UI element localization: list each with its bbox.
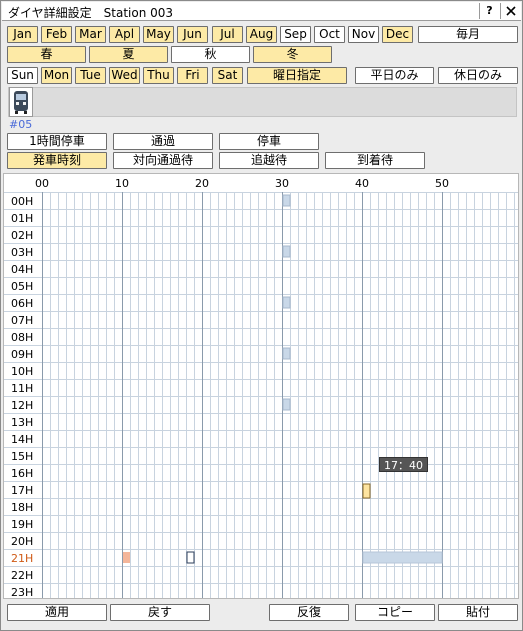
train-number-label: #05 bbox=[9, 118, 33, 131]
schedule-cell bbox=[282, 398, 291, 411]
day-toggle-sun[interactable]: Sun bbox=[7, 67, 38, 84]
season-toggle-4[interactable]: 冬 bbox=[253, 46, 332, 63]
month-toggle-aug[interactable]: Aug bbox=[246, 26, 277, 43]
day-toggle-fri[interactable]: Fri bbox=[177, 67, 208, 84]
pass-button[interactable]: 通過 bbox=[113, 133, 213, 150]
one-hour-stop-button[interactable]: 1時間停車 bbox=[7, 133, 107, 150]
minute-label: 50 bbox=[435, 177, 449, 190]
revert-button[interactable]: 戻す bbox=[110, 604, 210, 621]
month-toggle-dec[interactable]: Dec bbox=[382, 26, 413, 43]
month-toggle-sep[interactable]: Sep bbox=[280, 26, 311, 43]
minute-label: 20 bbox=[195, 177, 209, 190]
hour-label: 10H bbox=[11, 365, 33, 378]
schedule-cell bbox=[282, 245, 291, 258]
season-toggle-2[interactable]: 夏 bbox=[89, 46, 168, 63]
title-bar[interactable]: ダイヤ詳細設定 Station 003 ? bbox=[2, 2, 521, 21]
day-toggle-thu[interactable]: Thu bbox=[143, 67, 174, 84]
time-tooltip: 17：40 bbox=[379, 457, 428, 472]
hour-label: 00H bbox=[11, 195, 33, 208]
paste-button[interactable]: 貼付 bbox=[438, 604, 518, 621]
apply-button[interactable]: 適用 bbox=[7, 604, 107, 621]
schedule-settings-window: ダイヤ詳細設定 Station 003 ? 毎月 曜日指定 平日のみ 休日のみ … bbox=[0, 0, 523, 631]
holidays-only-button[interactable]: 休日のみ bbox=[438, 67, 518, 84]
hour-label: 11H bbox=[11, 382, 33, 395]
schedule-cell bbox=[123, 552, 130, 563]
every-month-button[interactable]: 毎月 bbox=[418, 26, 518, 43]
schedule-cell bbox=[362, 483, 371, 499]
stop-button[interactable]: 停車 bbox=[219, 133, 319, 150]
departure-time-button[interactable]: 発車時刻 bbox=[7, 152, 107, 169]
month-toggle-jul[interactable]: Jul bbox=[212, 26, 243, 43]
hour-label: 21H bbox=[11, 552, 33, 565]
day-toggle-mon[interactable]: Mon bbox=[41, 67, 72, 84]
season-toggle-3[interactable]: 秋 bbox=[171, 46, 250, 63]
minute-label: 10 bbox=[115, 177, 129, 190]
hour-label: 09H bbox=[11, 348, 33, 361]
day-specify-button[interactable]: 曜日指定 bbox=[247, 67, 347, 84]
hour-label: 05H bbox=[11, 280, 33, 293]
close-button[interactable] bbox=[500, 3, 520, 19]
hour-label: 13H bbox=[11, 416, 33, 429]
schedule-cell bbox=[282, 347, 291, 360]
schedule-cell bbox=[362, 551, 443, 564]
hour-label: 12H bbox=[11, 399, 33, 412]
month-toggle-jun[interactable]: Jun bbox=[177, 26, 208, 43]
copy-button[interactable]: コピー bbox=[355, 604, 435, 621]
overtake-wait-button[interactable]: 追越待 bbox=[219, 152, 319, 169]
hour-label: 16H bbox=[11, 467, 33, 480]
hour-label: 07H bbox=[11, 314, 33, 327]
hour-label: 19H bbox=[11, 518, 33, 531]
month-toggle-nov[interactable]: Nov bbox=[348, 26, 379, 43]
hour-label: 08H bbox=[11, 331, 33, 344]
timetable-grid[interactable]: 00 10 20 30 40 50 00H 01H 02H 03H 04H 05H 06H 07H 08H 0… bbox=[3, 173, 519, 599]
month-toggle-apl[interactable]: Apl bbox=[109, 26, 140, 43]
hour-label: 04H bbox=[11, 263, 33, 276]
hour-label: 01H bbox=[11, 212, 33, 225]
month-toggle-jan[interactable]: Jan bbox=[7, 26, 38, 43]
schedule-cell bbox=[186, 551, 195, 564]
season-toggle-1[interactable]: 春 bbox=[7, 46, 86, 63]
month-toggle-may[interactable]: May bbox=[143, 26, 174, 43]
minute-label: 40 bbox=[355, 177, 369, 190]
opposing-pass-wait-button[interactable]: 対向通過待 bbox=[113, 152, 213, 169]
month-toggle-feb[interactable]: Feb bbox=[41, 26, 72, 43]
repeat-button[interactable]: 反復 bbox=[269, 604, 349, 621]
hour-label: 20H bbox=[11, 535, 33, 548]
help-button[interactable]: ? bbox=[479, 3, 499, 19]
month-toggle-mar[interactable]: Mar bbox=[75, 26, 106, 43]
day-toggle-wed[interactable]: Wed bbox=[109, 67, 140, 84]
schedule-cell bbox=[282, 296, 291, 309]
hour-label: 22H bbox=[11, 569, 33, 582]
train-info-panel bbox=[8, 87, 517, 117]
hour-label: 18H bbox=[11, 501, 33, 514]
day-toggle-sat[interactable]: Sat bbox=[212, 67, 243, 84]
hour-label: 06H bbox=[11, 297, 33, 310]
hour-label: 15H bbox=[11, 450, 33, 463]
window-title: ダイヤ詳細設定 Station 003 bbox=[8, 6, 174, 20]
hour-label: 23H bbox=[11, 586, 33, 598]
weekdays-only-button[interactable]: 平日のみ bbox=[355, 67, 434, 84]
minute-label: 30 bbox=[275, 177, 289, 190]
day-toggle-tue[interactable]: Tue bbox=[75, 67, 106, 84]
month-toggle-oct[interactable]: Oct bbox=[314, 26, 345, 43]
hour-label: 17H bbox=[11, 484, 33, 497]
hour-label: 14H bbox=[11, 433, 33, 446]
minute-label: 00 bbox=[35, 177, 49, 190]
arrival-wait-button[interactable]: 到着待 bbox=[325, 152, 425, 169]
train-icon[interactable] bbox=[9, 87, 33, 117]
hour-label: 02H bbox=[11, 229, 33, 242]
hour-label: 03H bbox=[11, 246, 33, 259]
close-icon bbox=[505, 6, 516, 16]
schedule-cell bbox=[282, 194, 291, 207]
